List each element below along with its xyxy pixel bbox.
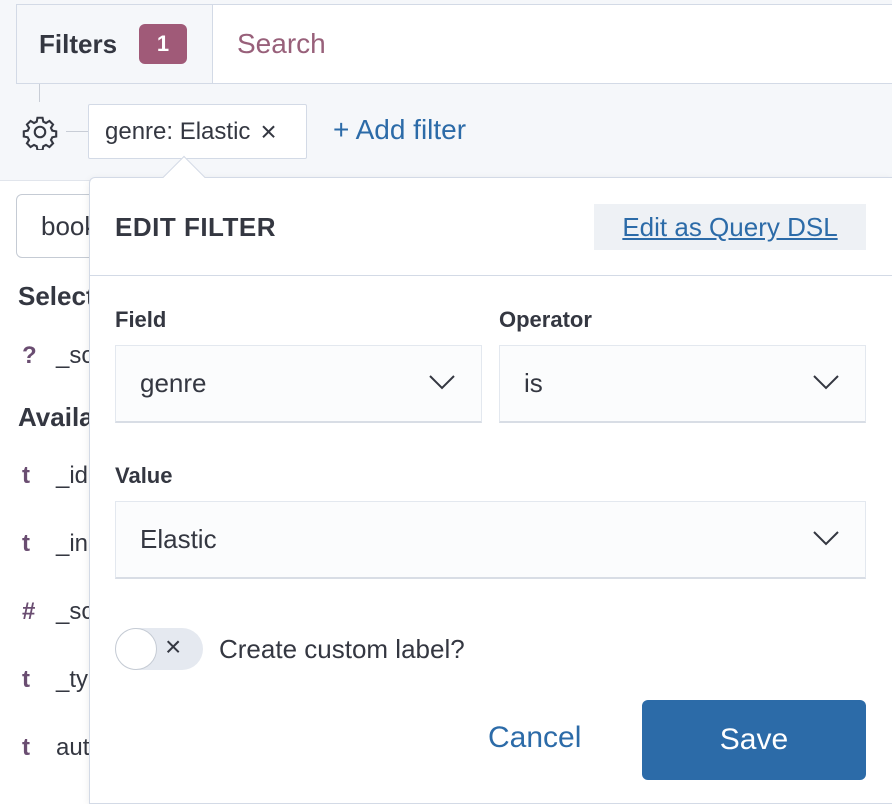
filter-pill[interactable]: genre: Elastic × <box>88 104 307 159</box>
filters-label: Filters <box>39 28 118 59</box>
edit-filter-popover: EDIT FILTER Edit as Query DSL Field genr… <box>89 177 892 804</box>
operator-select-value: is <box>524 368 543 398</box>
toggle-knob <box>115 628 157 670</box>
filter-pill-label: genre: Elastic <box>105 117 251 145</box>
cancel-button[interactable]: Cancel <box>488 721 581 755</box>
field-label: Field <box>115 307 167 332</box>
close-icon[interactable]: × <box>260 117 276 146</box>
query-bar: Filters 1 <box>16 4 892 84</box>
field-type-icon: t <box>22 734 30 761</box>
connector-line <box>39 84 40 102</box>
save-button[interactable]: Save <box>642 700 866 780</box>
sidebar <box>0 180 100 804</box>
search-input[interactable] <box>213 5 892 83</box>
filters-count-badge: 1 <box>139 24 188 64</box>
value-label: Value <box>115 463 173 488</box>
chevron-down-icon <box>813 531 839 546</box>
list-item[interactable]: t _id <box>22 462 88 490</box>
field-type-icon: ? <box>22 342 37 369</box>
field-type-icon: # <box>22 598 36 625</box>
value-select-value: Elastic <box>140 524 217 554</box>
field-select[interactable]: genre <box>115 345 482 423</box>
connector-line <box>66 131 88 132</box>
close-icon: × <box>165 631 182 662</box>
operator-select[interactable]: is <box>499 345 866 423</box>
field-name: _id <box>56 462 89 489</box>
gear-icon[interactable] <box>22 114 58 150</box>
popover-header: EDIT FILTER Edit as Query DSL <box>90 178 892 276</box>
field-type-icon: t <box>22 666 30 693</box>
add-filter-button[interactable]: + Add filter <box>333 114 466 146</box>
field-type-icon: t <box>22 462 30 489</box>
chevron-down-icon <box>429 375 455 390</box>
operator-label: Operator <box>499 307 592 332</box>
popover-title: EDIT FILTER <box>115 212 277 242</box>
chevron-down-icon <box>813 375 839 390</box>
filters-button[interactable]: Filters 1 <box>17 5 213 83</box>
edit-as-query-dsl-link[interactable]: Edit as Query DSL <box>594 204 866 250</box>
field-type-icon: t <box>22 530 30 557</box>
custom-label-toggle-label: Create custom label? <box>219 634 465 664</box>
field-select-value: genre <box>140 368 207 398</box>
value-select[interactable]: Elastic <box>115 501 866 579</box>
custom-label-toggle[interactable]: × <box>115 628 203 670</box>
